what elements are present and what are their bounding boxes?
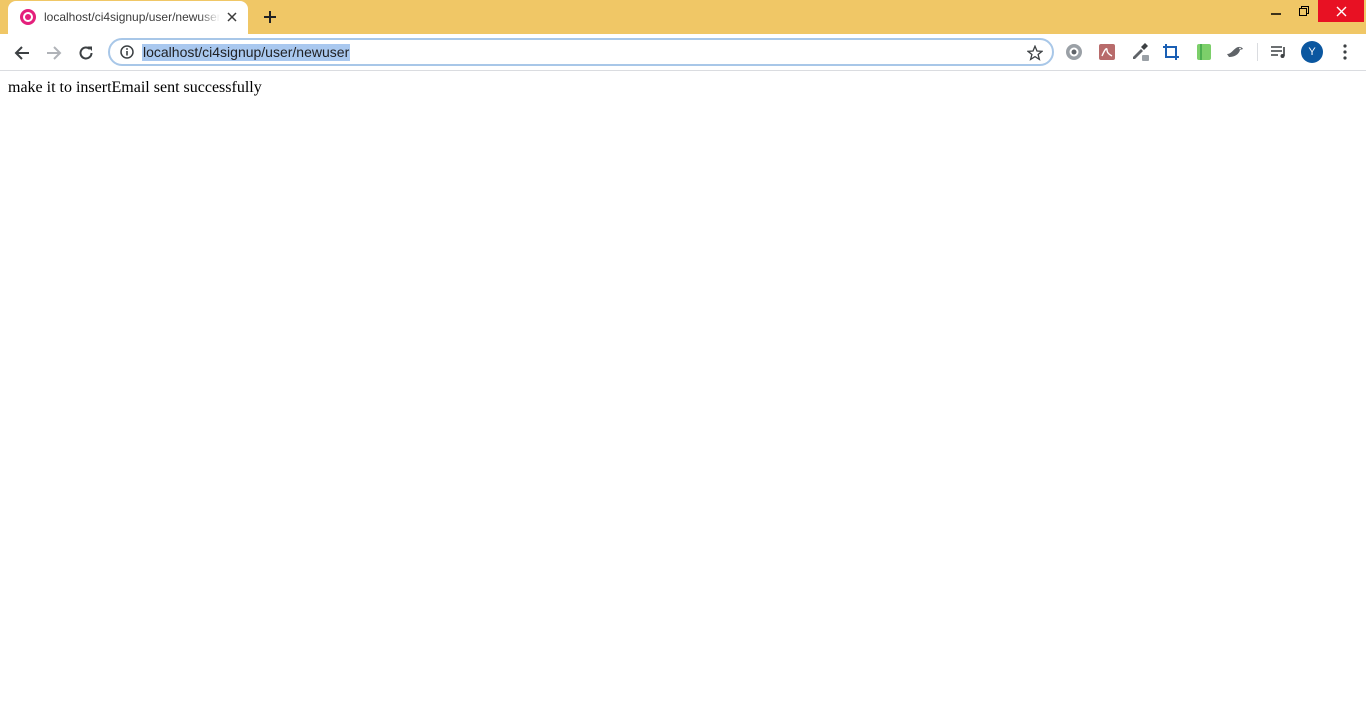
reload-button[interactable] bbox=[72, 39, 100, 67]
camera-icon[interactable] bbox=[1064, 42, 1084, 62]
url-text[interactable]: localhost/ci4signup/user/newuser bbox=[142, 44, 351, 61]
close-icon bbox=[1336, 6, 1346, 16]
tab-title: localhost/ci4signup/user/newuser bbox=[44, 10, 220, 24]
forward-button[interactable] bbox=[40, 39, 68, 67]
plus-icon bbox=[264, 11, 276, 23]
crop-icon[interactable] bbox=[1161, 42, 1181, 62]
restore-icon bbox=[1299, 6, 1309, 16]
arrow-right-icon bbox=[47, 46, 62, 60]
media-control-icon[interactable] bbox=[1269, 42, 1289, 62]
close-window-button[interactable] bbox=[1318, 0, 1364, 22]
toolbar-separator bbox=[1257, 43, 1258, 61]
wamp-favicon-icon bbox=[20, 9, 36, 25]
restore-button[interactable] bbox=[1290, 0, 1318, 22]
minimize-icon bbox=[1271, 13, 1281, 15]
page-content: make it to insertEmail sent successfully bbox=[0, 71, 1366, 728]
profile-avatar[interactable]: Y bbox=[1301, 41, 1323, 63]
bird-icon[interactable] bbox=[1225, 42, 1245, 62]
browser-title-bar: localhost/ci4signup/user/newuser bbox=[0, 0, 1366, 34]
browser-toolbar: localhost/ci4signup/user/newuser Y bbox=[0, 34, 1366, 71]
close-tab-icon[interactable] bbox=[224, 9, 240, 25]
arrow-left-icon bbox=[14, 46, 29, 60]
new-tab-button[interactable] bbox=[258, 5, 282, 29]
back-button[interactable] bbox=[8, 39, 36, 67]
minimize-button[interactable] bbox=[1262, 0, 1290, 22]
pdf-icon[interactable] bbox=[1097, 42, 1117, 62]
eyedropper-icon[interactable] bbox=[1130, 42, 1150, 62]
more-menu-icon[interactable] bbox=[1335, 42, 1355, 62]
bookmark-star-icon[interactable] bbox=[1026, 44, 1044, 62]
address-bar[interactable]: localhost/ci4signup/user/newuser bbox=[108, 38, 1054, 66]
reload-icon bbox=[79, 46, 93, 60]
page-message: make it to insertEmail sent successfully bbox=[8, 79, 262, 96]
green-extension-icon[interactable] bbox=[1194, 42, 1214, 62]
info-icon[interactable] bbox=[119, 44, 135, 60]
browser-tab[interactable]: localhost/ci4signup/user/newuser bbox=[8, 1, 248, 34]
